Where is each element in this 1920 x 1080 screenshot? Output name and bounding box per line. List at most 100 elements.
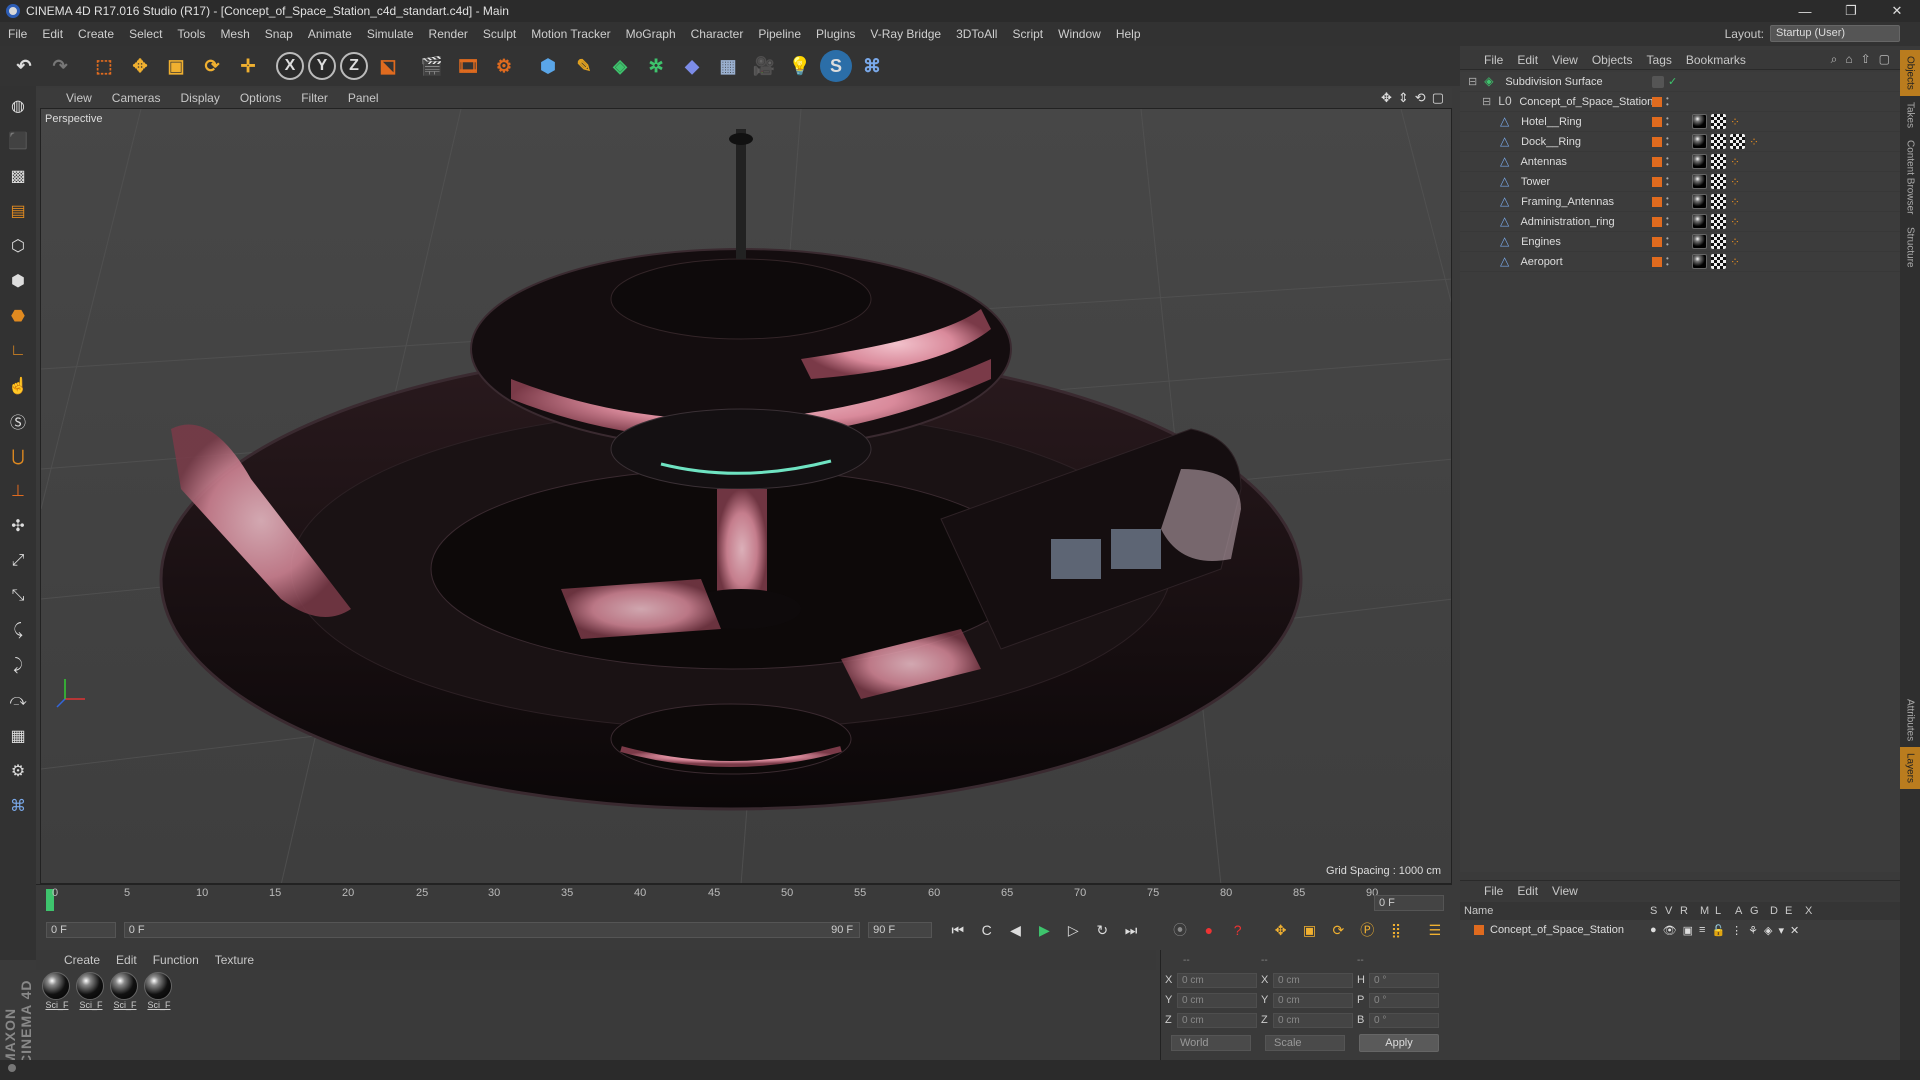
subdivision-generator-icon[interactable]: ◈ [604, 50, 636, 82]
viewport-rotate-icon[interactable]: ⟲ [1415, 90, 1426, 106]
material-tag-icon[interactable] [1692, 234, 1707, 249]
tree-item-subdivision-surface[interactable]: ⊟ ◈ Subdivision Surface ✓ [1460, 72, 1900, 92]
tree-item-child[interactable]: △ Dock__Ring • • ⁘ [1460, 132, 1900, 152]
menu-simulate[interactable]: Simulate [367, 27, 414, 41]
goto-end-icon[interactable]: ⏭ [1119, 918, 1143, 942]
texture-tag-icon[interactable] [1711, 194, 1726, 209]
menu-edit[interactable]: Edit [42, 27, 63, 41]
search-icon[interactable]: ⌕ [1831, 52, 1838, 67]
menu-motion-tracker[interactable]: Motion Tracker [531, 27, 610, 41]
layer-color-icon[interactable] [1652, 156, 1662, 167]
objects-menu-view[interactable]: View [1552, 53, 1578, 67]
texture-mode-icon[interactable]: ▩ [3, 161, 33, 191]
menu-window[interactable]: Window [1058, 27, 1101, 41]
mograph-cloner-icon[interactable]: ✲ [640, 50, 672, 82]
phong-tag-icon[interactable]: ⁘ [1730, 236, 1742, 248]
coordinate-mode-dropdown[interactable]: Scale [1265, 1035, 1345, 1051]
phong-tag-icon[interactable]: ⁘ [1730, 196, 1742, 208]
menu-3dtoall[interactable]: 3DToAll [956, 27, 997, 41]
tree-item-child[interactable]: △ Administration_ring • • ⁘ [1460, 212, 1900, 232]
tab-objects[interactable]: Objects [1900, 50, 1920, 96]
timeline-menu-icon[interactable]: ☰ [1423, 918, 1447, 942]
render-picture-viewer-icon[interactable]: 🎞 [452, 50, 484, 82]
material-swatch[interactable]: Sci_F [144, 972, 174, 1058]
menu-tools[interactable]: Tools [177, 27, 205, 41]
paint-brush-icon[interactable]: ⤹ [3, 616, 33, 646]
texture-tag-icon[interactable] [1711, 214, 1726, 229]
tree-item-child[interactable]: △ Antennas • • ⁘ [1460, 152, 1900, 172]
material-tag-icon[interactable] [1692, 114, 1707, 129]
menu-sculpt[interactable]: Sculpt [483, 27, 516, 41]
close-button[interactable]: ✕ [1874, 0, 1920, 22]
new-panel-icon[interactable]: ▢ [1879, 52, 1890, 67]
material-menu-texture[interactable]: Texture [215, 953, 254, 967]
max-frame-input[interactable]: 90 F [868, 922, 932, 938]
tab-content-browser[interactable]: Content Browser [1900, 134, 1920, 220]
points-mode-icon[interactable]: ⬡ [3, 231, 33, 261]
menu-help[interactable]: Help [1116, 27, 1141, 41]
rotation-b-field[interactable]: 0 ° [1369, 1012, 1439, 1028]
layers-menu-edit[interactable]: Edit [1517, 884, 1538, 898]
next-key-icon[interactable]: ↻ [1090, 918, 1114, 942]
workplane-icon[interactable]: ⊥ [3, 476, 33, 506]
frame-range-slider[interactable]: 0 F 90 F [123, 922, 861, 938]
position-z-field[interactable]: 0 cm [1177, 1012, 1257, 1028]
key-scale-icon[interactable]: ▣ [1298, 918, 1322, 942]
tree-item-child[interactable]: △ Engines • • ⁘ [1460, 232, 1900, 252]
material-swatch[interactable]: Sci_F [110, 972, 140, 1058]
key-position-icon[interactable]: ✥ [1269, 918, 1293, 942]
tweak-mode-icon[interactable]: ☝ [3, 371, 33, 401]
menu-mograph[interactable]: MoGraph [626, 27, 676, 41]
viewport-pan-icon[interactable]: ✥ [1381, 90, 1392, 106]
keyframe-selection-icon[interactable]: ? [1226, 918, 1250, 942]
position-x-field[interactable]: 0 cm [1177, 972, 1257, 988]
vray-logo-icon[interactable]: S [820, 50, 852, 82]
planar-workplane-icon[interactable]: ⤢ [3, 546, 33, 576]
collapse-icon[interactable]: ⊟ [1482, 96, 1491, 108]
key-parameter-icon[interactable]: Ⓟ [1355, 918, 1379, 942]
minimize-button[interactable]: — [1782, 0, 1828, 22]
collapse-icon[interactable]: ⊟ [1468, 76, 1477, 88]
menu-script[interactable]: Script [1012, 27, 1043, 41]
tree-item-child[interactable]: △ Framing_Antennas • • ⁘ [1460, 192, 1900, 212]
layers-menu-view[interactable]: View [1552, 884, 1578, 898]
visibility-dots-icon[interactable]: • • [1666, 214, 1672, 228]
restore-button[interactable]: ❐ [1828, 0, 1874, 22]
viewport-zoom-icon[interactable]: ⇕ [1398, 90, 1409, 106]
visibility-dots-icon[interactable]: • • [1666, 154, 1672, 168]
pen-spline-icon[interactable]: ✎ [568, 50, 600, 82]
current-frame-field[interactable]: 0 F [1374, 895, 1444, 911]
viewport-menu-view[interactable]: View [66, 91, 92, 105]
phong-tag-icon[interactable]: ⁘ [1730, 176, 1742, 188]
material-tag-icon[interactable] [1692, 214, 1707, 229]
render-settings-icon[interactable]: ⚙ [488, 50, 520, 82]
python-icon[interactable]: ⌘ [856, 50, 888, 82]
polygons-mode-icon[interactable]: ⬣ [3, 301, 33, 331]
objects-menu-file[interactable]: File [1484, 53, 1503, 67]
layer-row[interactable]: Concept_of_Space_Station ● 👁 ▣ ≡ 🔓 ⋮ ⚘ ◈… [1460, 920, 1900, 940]
axis-mode-icon[interactable]: ∟ [3, 336, 33, 366]
tab-attributes[interactable]: Attributes [1900, 693, 1920, 747]
viewport-menu-panel[interactable]: Panel [348, 91, 379, 105]
edges-mode-icon[interactable]: ⬢ [3, 266, 33, 296]
sculpt-smooth-icon[interactable]: ⤼ [3, 686, 33, 716]
sculpt-grab-icon[interactable]: ⤸ [3, 651, 33, 681]
layer-color-icon[interactable] [1652, 96, 1662, 107]
viewport-grid-icon[interactable]: ⚙ [3, 756, 33, 786]
next-frame-icon[interactable]: ▷ [1061, 918, 1085, 942]
size-y-field[interactable]: 0 cm [1273, 992, 1353, 1008]
layer-color-icon[interactable] [1652, 216, 1662, 227]
rotation-h-field[interactable]: 0 ° [1369, 972, 1439, 988]
record-keys-icon[interactable]: ⦿ [1168, 918, 1192, 942]
material-menu-create[interactable]: Create [64, 953, 100, 967]
layer-color-icon[interactable] [1652, 176, 1662, 187]
tab-takes[interactable]: Takes [1900, 96, 1920, 134]
current-frame-input[interactable]: 0 F [46, 922, 116, 938]
menu-create[interactable]: Create [78, 27, 114, 41]
perspective-viewport[interactable]: Perspective Grid Spacing : 1000 cm [40, 108, 1452, 884]
layer-color-icon[interactable] [1652, 196, 1662, 207]
previous-key-icon[interactable]: C [975, 918, 999, 942]
x-axis-icon[interactable]: X [276, 52, 304, 80]
viewport-solo-icon[interactable]: ▦ [3, 721, 33, 751]
timeline-ruler[interactable]: 0 5 10 15 20 25 30 35 40 45 50 55 60 65 … [36, 884, 1452, 914]
